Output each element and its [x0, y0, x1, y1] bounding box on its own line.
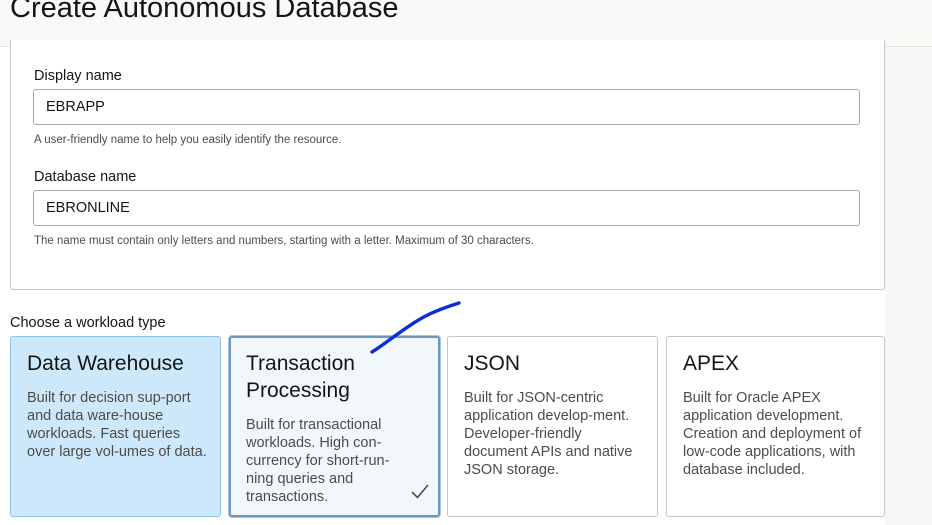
database-info-panel: Display name A user-friendly name to hel… — [10, 40, 885, 290]
display-name-label: Display name — [34, 68, 122, 84]
card-description: Built for Oracle APEX application develo… — [683, 390, 862, 478]
workload-card-apex[interactable]: APEX Built for Oracle APEX application d… — [666, 336, 885, 517]
display-name-input[interactable] — [33, 89, 860, 125]
workload-card-json[interactable]: JSON Built for JSON-centric application … — [447, 336, 658, 517]
card-description: Built for JSON-centric application devel… — [464, 390, 633, 478]
card-description: Built for decision sup-port and data war… — [27, 390, 207, 460]
database-name-help: The name must contain only letters and n… — [34, 235, 534, 247]
handwritten-annotation-stroke — [370, 301, 461, 354]
card-title: APEX — [683, 352, 740, 375]
right-gutter — [885, 47, 932, 525]
card-title: Data Warehouse — [27, 352, 184, 375]
card-title: JSON — [464, 352, 521, 375]
page-title: Create Autonomous Database — [10, 0, 399, 24]
database-name-label: Database name — [34, 169, 137, 185]
database-name-input[interactable] — [33, 190, 860, 226]
check-icon — [411, 484, 429, 499]
card-description: Built for transactional workloads. High … — [246, 417, 390, 505]
workload-card-data-warehouse[interactable]: Data Warehouse Built for decision sup-po… — [10, 336, 221, 517]
card-title: Transaction Processing — [246, 352, 355, 402]
display-name-help: A user-friendly name to help you easily … — [34, 134, 342, 146]
workload-card-transaction-processing[interactable]: Transaction Processing Built for transac… — [229, 336, 440, 517]
workload-type-heading: Choose a workload type — [10, 315, 166, 331]
